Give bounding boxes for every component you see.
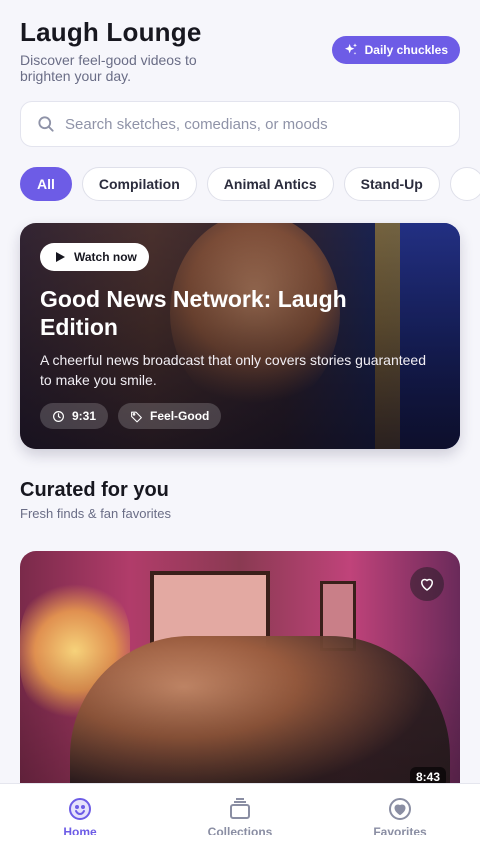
category-chips: All Compilation Animal Antics Stand-Up: [20, 167, 480, 201]
tab-favorites[interactable]: Favorites: [340, 797, 460, 844]
chip-more[interactable]: [449, 167, 480, 201]
heart-icon: [421, 578, 433, 591]
featured-description: A cheerful news broadcast that only cove…: [40, 352, 426, 388]
app-subtitle: Discover feel-good videos to brighten yo…: [20, 52, 197, 84]
video-overlay: [20, 551, 460, 801]
tab-home-label: Home: [63, 825, 97, 835]
chip-all[interactable]: All: [20, 167, 72, 201]
bottom-tab-bar: Home Collections Favorites: [0, 783, 480, 844]
clock-icon: [53, 410, 64, 422]
section-title: Curated for you: [20, 479, 169, 501]
tag-icon: [131, 411, 142, 422]
featured-tag: Feel-Good: [150, 409, 210, 423]
tab-collections-label: Collections: [207, 825, 273, 835]
section-subtitle: Fresh finds & fan favorites: [20, 506, 172, 521]
heart-icon: [389, 798, 411, 820]
daily-chuckles-label: Daily chuckles: [364, 43, 448, 57]
collections-icon: [230, 798, 250, 819]
tab-home[interactable]: Home: [20, 797, 140, 844]
watch-now-button[interactable]: Watch now: [40, 243, 149, 271]
duration-badge: 9:31: [40, 403, 109, 429]
featured-duration: 9:31: [72, 409, 97, 423]
favorite-button[interactable]: [410, 567, 444, 601]
video-card[interactable]: 8:43: [20, 551, 460, 801]
chip-compilation[interactable]: Compilation: [81, 167, 197, 201]
header: Laugh Lounge Discover feel-good videos t…: [20, 16, 460, 88]
featured-video-card[interactable]: Watch now Good News Network: Laugh Editi…: [20, 223, 460, 449]
search-icon: [38, 116, 54, 132]
daily-chuckles-button[interactable]: Daily chuckles: [331, 36, 460, 64]
watch-now-label: Watch now: [74, 250, 137, 264]
search-bar[interactable]: [20, 101, 460, 147]
chip-animal-antics[interactable]: Animal Antics: [206, 167, 334, 201]
featured-title: Good News Network: Laugh Edition: [40, 286, 347, 340]
featured-meta: 9:31 Feel-Good: [40, 403, 222, 429]
tab-favorites-label: Favorites: [373, 825, 427, 835]
play-icon: [56, 252, 65, 262]
mood-tag-badge: Feel-Good: [118, 403, 222, 429]
sparkles-icon: [344, 43, 357, 55]
search-input[interactable]: [65, 115, 445, 133]
smile-icon: [69, 798, 91, 820]
tab-collections[interactable]: Collections: [180, 797, 300, 844]
chip-stand-up[interactable]: Stand-Up: [343, 167, 440, 201]
